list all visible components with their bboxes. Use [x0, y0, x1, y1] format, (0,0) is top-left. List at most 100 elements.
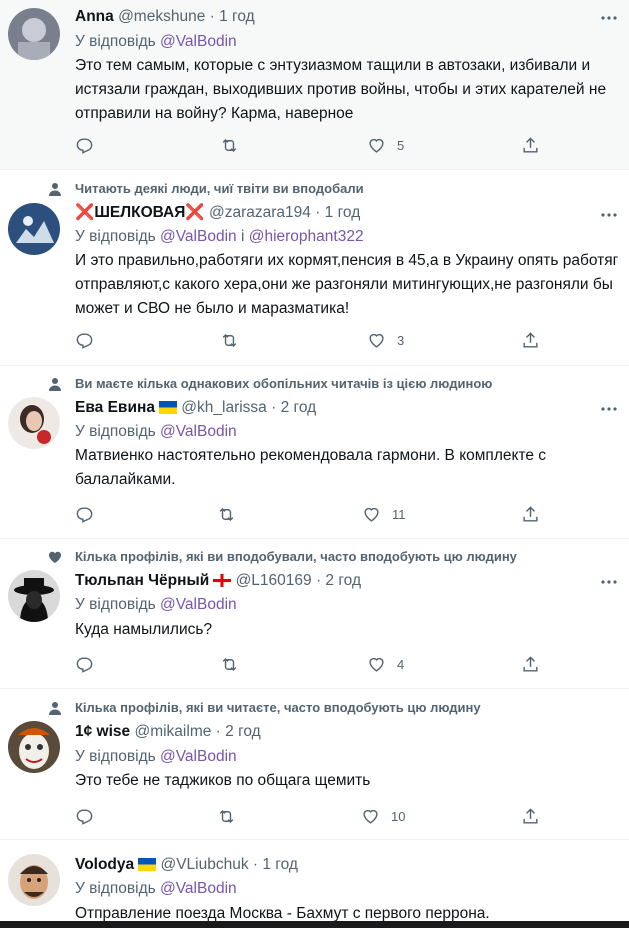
- retweet-button[interactable]: [220, 330, 239, 350]
- user-handle[interactable]: @zarazara194: [209, 204, 311, 221]
- display-name[interactable]: Ева Евина: [75, 399, 155, 416]
- reply-context: У відповідь @ValBodin: [75, 423, 237, 440]
- like-button[interactable]: 10: [361, 806, 405, 826]
- timestamp[interactable]: · 1 год: [253, 856, 298, 873]
- retweet-icon: [222, 333, 237, 347]
- retweet-icon: [219, 809, 234, 823]
- mention-link[interactable]: @ValBodin: [160, 228, 237, 245]
- like-button[interactable]: 4: [367, 654, 404, 674]
- display-name[interactable]: 1¢ wise: [75, 723, 130, 740]
- heart-icon: [369, 138, 384, 153]
- like-count: 10: [391, 808, 406, 824]
- reply-icon: [76, 332, 93, 349]
- tweet-text: Отправление поезда Москва - Бахмут с пер…: [75, 905, 490, 921]
- tweet-text: Куда намылились?: [75, 621, 213, 638]
- avatar[interactable]: [8, 203, 60, 255]
- reply-icon: [76, 808, 93, 825]
- like-button[interactable]: 11: [362, 504, 406, 524]
- heart-icon: [369, 657, 384, 672]
- share-button[interactable]: [521, 654, 540, 674]
- timestamp[interactable]: · 1 год: [210, 8, 255, 25]
- reply-button[interactable]: [75, 135, 94, 155]
- user-handle[interactable]: @kh_larissa: [181, 399, 267, 416]
- tweet-actions: 11: [75, 504, 545, 524]
- timestamp[interactable]: · 2 год: [316, 572, 361, 589]
- tweet[interactable]: Кілька профілів, які ви вподобували, час…: [0, 540, 629, 689]
- share-icon: [523, 331, 538, 348]
- mention-link[interactable]: @ValBodin: [160, 423, 237, 440]
- retweet-button[interactable]: [220, 135, 239, 155]
- person-icon: [49, 183, 61, 196]
- share-icon: [523, 136, 538, 153]
- like-button[interactable]: 5: [367, 135, 404, 155]
- user-handle[interactable]: @L160169: [236, 572, 312, 589]
- mention-link[interactable]: @hierophant322: [249, 228, 364, 245]
- avatar[interactable]: [8, 854, 60, 906]
- tweet[interactable]: Anna @mekshune · 1 год У відповідь @ValB…: [0, 0, 629, 170]
- more-options-icon[interactable]: [599, 399, 619, 419]
- reply-button[interactable]: [75, 330, 94, 350]
- reply-button[interactable]: [75, 504, 94, 524]
- user-handle[interactable]: @VLiubchuk: [160, 856, 248, 873]
- retweet-button[interactable]: [220, 654, 239, 674]
- screen-edge-bar: [0, 921, 629, 928]
- social-context: Читають деякі люди, чиї твіти ви вподоба…: [49, 181, 364, 196]
- like-button[interactable]: 3: [367, 330, 404, 350]
- reply-icon: [76, 656, 93, 673]
- share-button[interactable]: [521, 330, 540, 350]
- share-icon: [523, 807, 538, 824]
- person-icon: [49, 378, 61, 391]
- avatar[interactable]: [8, 721, 60, 773]
- reply-icon: [76, 137, 93, 154]
- display-name[interactable]: Volodya: [75, 856, 134, 873]
- more-options-icon[interactable]: [599, 572, 619, 592]
- heart-icon: [369, 333, 384, 348]
- share-icon: [523, 505, 538, 522]
- tweet[interactable]: Ви маєте кілька однакових обопільних чит…: [0, 367, 629, 539]
- avatar[interactable]: [8, 8, 60, 60]
- share-button[interactable]: [521, 504, 540, 524]
- cross-mark-icon: ❌: [185, 204, 205, 221]
- reply-button[interactable]: [75, 654, 94, 674]
- retweet-icon: [222, 138, 237, 152]
- timestamp[interactable]: · 2 год: [271, 399, 316, 416]
- mention-link[interactable]: @ValBodin: [160, 748, 237, 765]
- user-handle[interactable]: @mekshune: [118, 8, 205, 25]
- display-name[interactable]: ❌ШЕЛКОВАЯ❌: [75, 204, 205, 221]
- retweet-button[interactable]: [217, 806, 236, 826]
- tweet[interactable]: Читають деякі люди, чиї твіти ви вподоба…: [0, 171, 629, 366]
- avatar[interactable]: [8, 397, 60, 449]
- timestamp[interactable]: · 1 год: [315, 204, 360, 221]
- social-context: Кілька профілів, які ви читаєте, часто в…: [49, 700, 481, 715]
- reply-context: У відповідь @ValBodin: [75, 596, 237, 613]
- tweet[interactable]: Кілька профілів, які ви читаєте, часто в…: [0, 690, 629, 840]
- heart-icon: [363, 809, 378, 824]
- tweet-text: Это тем самым, которые с энтузиазмом тащ…: [75, 57, 611, 122]
- like-count: 5: [397, 137, 405, 153]
- ukraine-flag-icon: [158, 400, 177, 420]
- avatar[interactable]: [8, 570, 60, 622]
- display-name[interactable]: Тюльпан Чёрный: [75, 572, 209, 589]
- tweet[interactable]: Volodya @VLiubchuk · 1 год У відповідь @…: [0, 841, 629, 921]
- heart-icon: [48, 551, 62, 563]
- more-options-icon[interactable]: [599, 8, 619, 28]
- share-button[interactable]: [521, 806, 540, 826]
- georgia-flag-icon: [213, 573, 232, 593]
- tweet-actions: 5: [75, 135, 545, 155]
- cross-mark-icon: ❌: [75, 204, 95, 221]
- timestamp[interactable]: · 2 год: [216, 723, 261, 740]
- retweet-button[interactable]: [217, 504, 236, 524]
- reply-button[interactable]: [75, 806, 94, 826]
- reply-context: У відповідь @ValBodin: [75, 33, 237, 50]
- mention-link[interactable]: @ValBodin: [160, 596, 237, 613]
- display-name[interactable]: Anna: [75, 8, 114, 25]
- ukraine-flag-icon: [138, 857, 157, 877]
- share-button[interactable]: [521, 135, 540, 155]
- tweet-header: Ева Евина @kh_larissa · 2 год: [75, 398, 316, 420]
- user-handle[interactable]: @mikailme: [134, 723, 211, 740]
- more-options-icon[interactable]: [599, 205, 619, 225]
- mention-link[interactable]: @ValBodin: [160, 880, 237, 897]
- mention-link[interactable]: @ValBodin: [160, 33, 237, 50]
- person-icon: [49, 702, 61, 715]
- tweet-text: Матвиенко настоятельно рекомендовала гар…: [75, 447, 551, 488]
